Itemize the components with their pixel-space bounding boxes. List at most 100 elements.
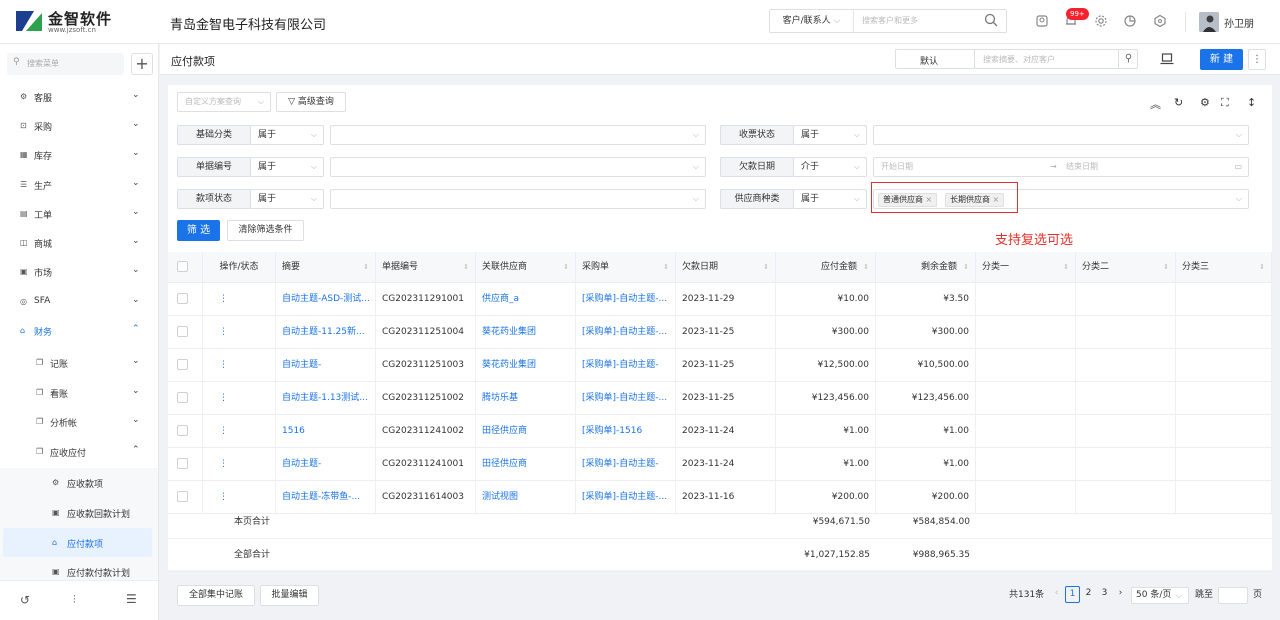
filter-op-select[interactable]: 属于 ⌵ [793, 189, 867, 209]
row-checkbox-cell[interactable] [168, 448, 203, 481]
global-search-input[interactable]: 搜索客户和更多 [862, 10, 918, 32]
filter-op-select[interactable]: 属于 ⌵ [250, 189, 324, 209]
filter-value-select[interactable]: ⌵ [330, 125, 706, 145]
checkbox[interactable] [177, 458, 188, 469]
sidebar-item-bookkeeping[interactable]: ❐ 记账 ⌄ [0, 348, 158, 377]
checkbox[interactable] [177, 359, 188, 370]
column-header[interactable]: 剩余金额 ⇕ [876, 252, 976, 283]
sidebar-item-mall[interactable]: ◫ 商城 ⌄ [0, 228, 158, 257]
sort-icon[interactable]: ⇕ [763, 252, 769, 283]
sort-icon[interactable]: ⇕ [1259, 252, 1265, 283]
sort-icon[interactable]: ⇕ [1163, 252, 1169, 283]
avatar[interactable] [1199, 12, 1219, 32]
sidebar-item-market[interactable]: ▣ 市场 ⌄ [0, 257, 158, 286]
row-checkbox-cell[interactable] [168, 415, 203, 448]
filter-value-select[interactable]: ⌵ [873, 125, 1249, 145]
column-header[interactable]: 分类一 ⇕ [976, 252, 1076, 283]
batch-edit-button[interactable]: 批量编辑 [260, 585, 319, 606]
contacts-icon[interactable] [1035, 14, 1049, 28]
table-cell-po[interactable]: [采购单]-自动主题- [576, 448, 676, 481]
sidebar-item-view-ledger[interactable]: ❐ 看账 ⌄ [0, 378, 158, 407]
laptop-icon[interactable] [1160, 53, 1174, 65]
page-size-select[interactable]: 50 条/页 ⌵ [1131, 587, 1189, 604]
checkbox[interactable] [177, 491, 188, 502]
row-height-icon[interactable]: ↕ [1247, 96, 1256, 109]
column-header[interactable]: 关联供应商 ⇕ [476, 252, 576, 283]
table-cell-po[interactable]: [采购单]-自动主题-... [576, 316, 676, 349]
table-cell-supplier[interactable]: 田径供应商 [476, 448, 576, 481]
pie-chart-icon[interactable] [1123, 14, 1137, 28]
column-header[interactable]: 应付金额 ⇕ [776, 252, 876, 283]
sidebar-item-customer-service[interactable]: ⚙ 客服 ⌄ [0, 82, 158, 111]
sidebar-item-analysis-ledger[interactable]: ❐ 分析帐 ⌄ [0, 407, 158, 436]
table-cell-summary[interactable]: 自动主题- [276, 448, 376, 481]
column-header[interactable]: 单据编号 ⇕ [376, 252, 476, 283]
sliders-icon[interactable]: ⫶ [73, 593, 76, 607]
checkbox[interactable] [177, 326, 188, 337]
logo[interactable]: 金智软件 www.jzsoft.cn [14, 7, 154, 37]
table-cell-supplier[interactable]: 葵花药业集团 [476, 316, 576, 349]
table-cell-supplier[interactable]: 田径供应商 [476, 415, 576, 448]
row-checkbox-cell[interactable] [168, 349, 203, 382]
filter-op-select[interactable]: 属于 ⌵ [793, 125, 867, 145]
sort-icon[interactable]: ⇕ [863, 252, 869, 283]
column-header[interactable]: 欠款日期 ⇕ [676, 252, 776, 283]
goto-page-input[interactable] [1218, 587, 1248, 604]
history-icon[interactable]: ↺ [20, 593, 30, 607]
sidebar-item-receivable-plan[interactable]: ▣ 应收款回款计划 [0, 498, 158, 527]
sort-icon[interactable]: ⇕ [663, 252, 669, 283]
checkbox[interactable] [177, 261, 188, 272]
table-cell-summary[interactable]: 自动主题- [276, 349, 376, 382]
table-cell-action[interactable]: ⋮ [203, 448, 276, 481]
username[interactable]: 孙卫朋 [1224, 15, 1254, 30]
sidebar-item-purchase[interactable]: ⊡ 采购 ⌄ [0, 111, 158, 140]
table-cell-summary[interactable]: 1516 [276, 415, 376, 448]
collapse-menu-icon[interactable]: ☰ [126, 592, 137, 606]
header-select-all[interactable] [168, 252, 203, 283]
table-cell-action[interactable]: ⋮ [203, 316, 276, 349]
checkbox[interactable] [177, 425, 188, 436]
filter-button[interactable]: 筛 选 [177, 220, 220, 241]
sort-icon[interactable]: ⇕ [1063, 252, 1069, 283]
collapse-up-icon[interactable]: ︽ [1150, 96, 1161, 112]
sidebar-item-sfa[interactable]: ◎ SFA ⌄ [0, 287, 158, 316]
clear-filter-button[interactable]: 清除筛选条件 [227, 220, 304, 241]
table-cell-summary[interactable]: 自动主题-ASD-测试... [276, 283, 376, 316]
column-header[interactable]: 分类二 ⇕ [1076, 252, 1176, 283]
row-checkbox-cell[interactable] [168, 283, 203, 316]
sidebar-item-production[interactable]: ☰ 生产 ⌄ [0, 170, 158, 199]
advanced-query-button[interactable]: ▽ 高级查询 [276, 92, 346, 112]
sort-icon[interactable]: ⇕ [963, 252, 969, 283]
sort-icon[interactable]: ⇕ [563, 252, 569, 283]
filter-op-select[interactable]: 属于 ⌵ [250, 157, 324, 177]
column-header[interactable]: 采购单 ⇕ [576, 252, 676, 283]
search-icon[interactable] [984, 13, 998, 27]
row-checkbox-cell[interactable] [168, 382, 203, 415]
more-button[interactable]: ⋮ [1248, 49, 1266, 70]
column-header[interactable]: 摘要 ⇕ [276, 252, 376, 283]
table-cell-po[interactable]: [采购单]-自动主题- [576, 349, 676, 382]
prev-page-icon[interactable]: ‹ [1049, 586, 1064, 603]
sidebar-item-inventory[interactable]: ▦ 库存 ⌄ [0, 140, 158, 169]
sidebar-item-receivable-payable[interactable]: ❐ 应收应付 ⌃ [0, 437, 158, 466]
column-header[interactable]: 操作/状态 [203, 252, 276, 283]
cube-icon[interactable] [1153, 14, 1167, 28]
checkbox[interactable] [177, 392, 188, 403]
page-2[interactable]: 2 [1081, 586, 1096, 603]
fullscreen-icon[interactable]: ⛶ [1221, 96, 1229, 110]
gear-icon[interactable]: ⚙ [1200, 96, 1210, 109]
table-cell-supplier[interactable]: 葵花药业集团 [476, 349, 576, 382]
date-range-picker[interactable]: 开始日期 → 结束日期 ▭ [873, 157, 1249, 177]
filter-op-select[interactable]: 介于 ⌵ [793, 157, 867, 177]
page-search-input[interactable]: 搜索摘要、对应客户 [974, 49, 1138, 69]
menu-search-input[interactable]: ⚲ 搜索菜单 [7, 53, 124, 75]
sort-icon[interactable]: ⇕ [463, 252, 469, 283]
table-cell-action[interactable]: ⋮ [203, 349, 276, 382]
sidebar-item-finance[interactable]: ⌂ 财务 ⌃ [0, 316, 158, 345]
search-type-select[interactable]: 客户/联系人 ⌵ [770, 10, 854, 32]
page-1[interactable]: 1 [1065, 586, 1080, 603]
sidebar-item-receivables[interactable]: ⚙ 应收款项 [0, 468, 158, 497]
table-cell-po[interactable]: [采购单]-自动主题-... [576, 382, 676, 415]
filter-value-select[interactable]: ⌵ [330, 189, 706, 209]
page-3[interactable]: 3 [1097, 586, 1112, 603]
